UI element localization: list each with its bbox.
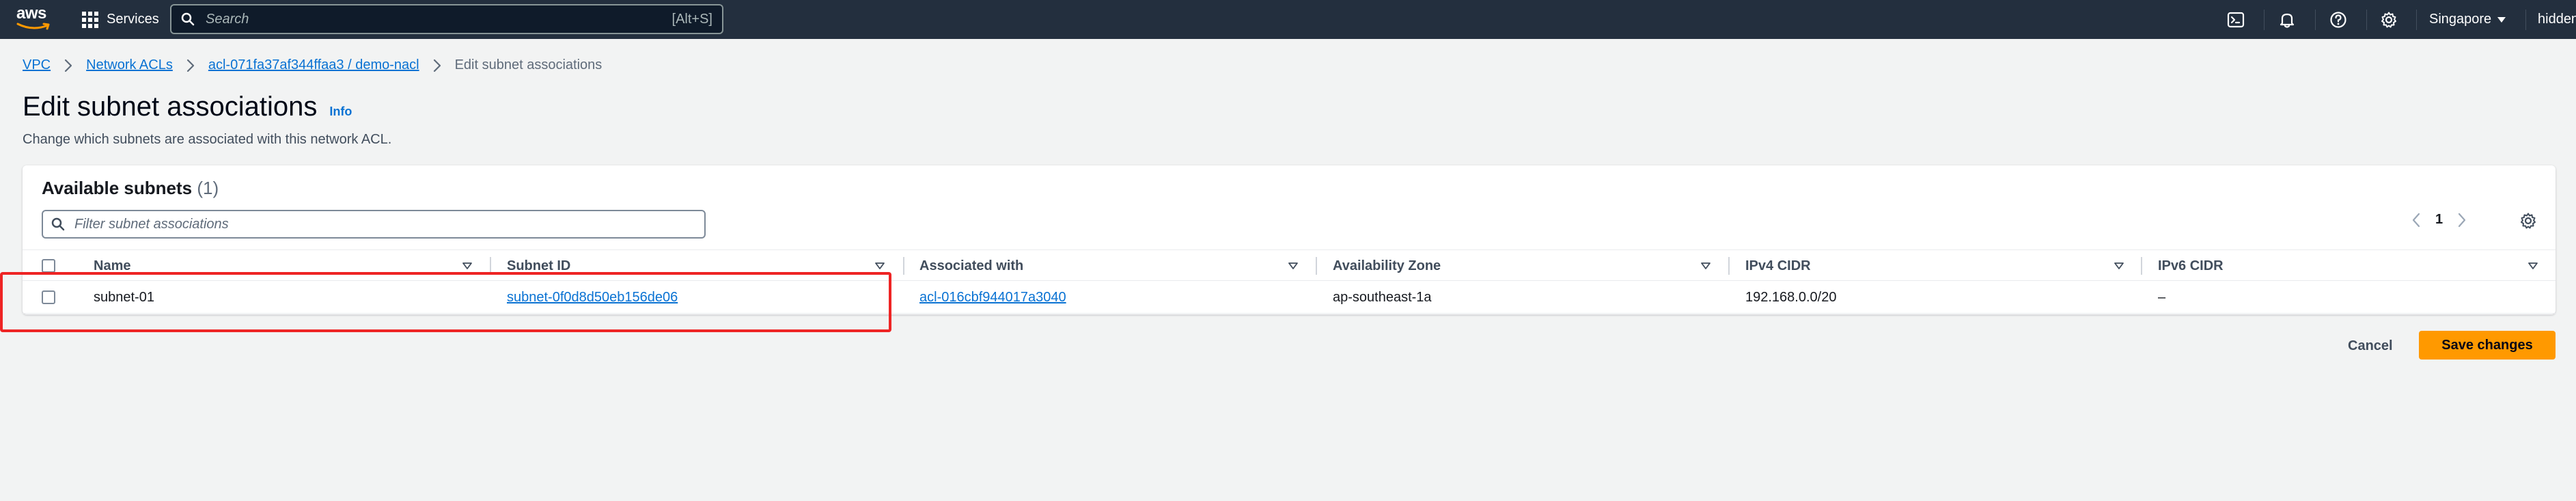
- region-selector[interactable]: Singapore: [2429, 0, 2506, 39]
- sort-caret-icon[interactable]: [2528, 259, 2538, 273]
- cell-associated-with: acl-016cbf944017a3040: [919, 281, 1066, 314]
- chevron-left-icon[interactable]: [2412, 213, 2420, 228]
- search-icon: [51, 217, 65, 231]
- cloudshell-icon[interactable]: [2226, 10, 2246, 30]
- search-icon: [181, 12, 195, 26]
- chevron-right-icon[interactable]: [2458, 213, 2466, 228]
- panel-title: Available subnets (1): [42, 178, 219, 199]
- cell-subnet-id: subnet-0f0d8d50eb156de06: [507, 281, 678, 314]
- aws-smile-icon: [16, 23, 50, 30]
- column-header-associated-with[interactable]: Associated with: [919, 250, 1023, 282]
- cell-availability-zone: ap-southeast-1a: [1333, 289, 1432, 305]
- save-changes-button[interactable]: Save changes: [2419, 331, 2556, 360]
- services-label: Services: [107, 12, 159, 27]
- associated-acl-link[interactable]: acl-016cbf944017a3040: [919, 290, 1066, 306]
- account-label: hidden: [2538, 12, 2576, 27]
- column-resizer[interactable]: [490, 257, 491, 275]
- table-header: Name Subnet ID Associated with Availabil…: [23, 249, 2556, 281]
- column-resizer[interactable]: [903, 257, 904, 275]
- column-resizer[interactable]: [2141, 257, 2142, 275]
- chevron-right-icon: [186, 59, 195, 72]
- sort-caret-icon[interactable]: [1288, 259, 1298, 273]
- select-all-checkbox[interactable]: [42, 259, 55, 273]
- sort-caret-icon[interactable]: [1701, 259, 1711, 273]
- nav-divider: [2416, 10, 2417, 30]
- help-icon[interactable]: [2328, 10, 2349, 30]
- top-navigation: aws Services [Alt+S] Singapore: [0, 0, 2576, 39]
- page-description: Change which subnets are associated with…: [23, 132, 392, 147]
- cell-name: subnet-01: [94, 289, 154, 305]
- search-input[interactable]: [206, 11, 672, 27]
- services-menu[interactable]: Services: [82, 0, 159, 39]
- settings-gear-icon[interactable]: [2379, 10, 2399, 30]
- chevron-right-icon: [433, 59, 441, 72]
- panel-count: (1): [197, 178, 219, 198]
- nav-divider: [2264, 10, 2265, 30]
- caret-down-icon: [2497, 16, 2506, 23]
- column-header-name[interactable]: Name: [94, 250, 130, 282]
- subnet-id-link[interactable]: subnet-0f0d8d50eb156de06: [507, 290, 678, 306]
- account-menu[interactable]: hidden: [2538, 0, 2576, 39]
- row-select-checkbox[interactable]: [42, 290, 55, 304]
- cell-ipv6-cidr: –: [2158, 289, 2166, 305]
- filter-box[interactable]: [42, 210, 706, 239]
- breadcrumb-vpc-link[interactable]: VPC: [23, 57, 51, 73]
- info-link[interactable]: Info: [329, 105, 352, 119]
- filter-input[interactable]: [74, 216, 696, 232]
- column-header-subnet-id[interactable]: Subnet ID: [507, 250, 570, 282]
- table-row[interactable]: subnet-01 subnet-0f0d8d50eb156de06 acl-0…: [23, 281, 2556, 314]
- column-resizer[interactable]: [1728, 257, 1730, 275]
- notifications-bell-icon[interactable]: [2277, 10, 2297, 30]
- global-search[interactable]: [Alt+S]: [170, 4, 723, 34]
- aws-logo-text: aws: [16, 4, 46, 23]
- column-header-ipv4-cidr[interactable]: IPv4 CIDR: [1745, 250, 1811, 282]
- nav-divider: [2315, 10, 2316, 30]
- breadcrumb-network-acls-link[interactable]: Network ACLs: [86, 57, 173, 73]
- pagination: 1: [2412, 212, 2466, 228]
- panel-title-text: Available subnets: [42, 178, 193, 198]
- page-number[interactable]: 1: [2435, 212, 2443, 228]
- region-label: Singapore: [2429, 12, 2492, 27]
- aws-logo[interactable]: aws: [16, 5, 53, 33]
- chevron-right-icon: [64, 59, 72, 72]
- column-resizer[interactable]: [1316, 257, 1317, 275]
- sort-caret-icon[interactable]: [462, 259, 472, 273]
- nav-divider: [2366, 10, 2367, 30]
- breadcrumb: VPC Network ACLs acl-071fa37af344ffaa3 /…: [23, 57, 602, 73]
- nav-divider: [2525, 10, 2526, 30]
- column-header-availability-zone[interactable]: Availability Zone: [1333, 250, 1441, 282]
- sort-caret-icon[interactable]: [875, 259, 885, 273]
- search-shortcut-hint: [Alt+S]: [671, 11, 712, 27]
- page-title: Edit subnet associations Info: [23, 92, 352, 122]
- page-title-text: Edit subnet associations: [23, 92, 318, 122]
- breadcrumb-acl-link[interactable]: acl-071fa37af344ffaa3 / demo-nacl: [208, 57, 419, 73]
- table-preferences-gear-icon[interactable]: [2519, 212, 2537, 230]
- services-grid-icon: [82, 11, 98, 28]
- available-subnets-panel: Available subnets (1) 1 Name Subnet ID A…: [23, 165, 2556, 314]
- cancel-button[interactable]: Cancel: [2348, 331, 2393, 360]
- sort-caret-icon[interactable]: [2114, 259, 2124, 273]
- column-header-ipv6-cidr[interactable]: IPv6 CIDR: [2158, 250, 2224, 282]
- breadcrumb-current: Edit subnet associations: [454, 57, 603, 72]
- cell-ipv4-cidr: 192.168.0.0/20: [1745, 289, 1837, 305]
